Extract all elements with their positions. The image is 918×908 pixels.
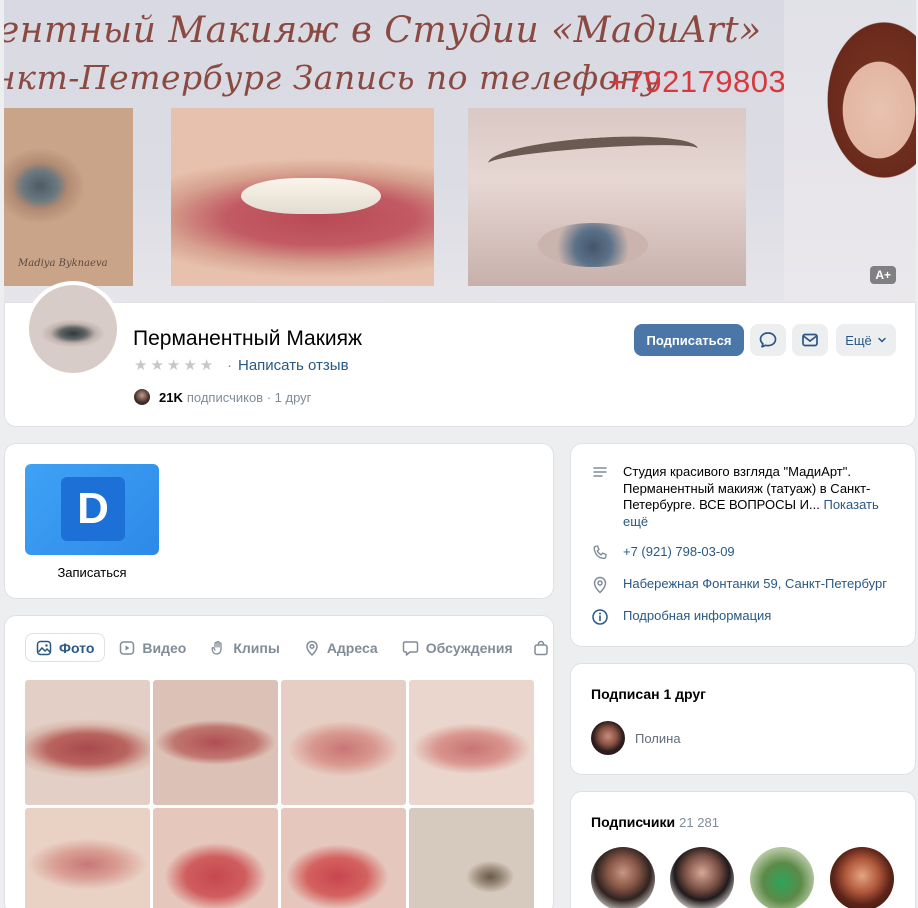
text-lines-icon — [593, 467, 607, 477]
photo-thumbnail[interactable] — [25, 680, 150, 805]
lips-teeth — [241, 178, 381, 214]
photo-thumbnail[interactable] — [153, 808, 278, 908]
location-icon — [593, 576, 607, 594]
followers-summary[interactable]: 21K подписчиков · 1 друг — [134, 389, 311, 405]
star-icon: ★ — [150, 357, 164, 374]
group-description: Студия красивого взгляда "МадиАрт". Перм… — [623, 464, 893, 530]
tab-photo[interactable]: Фото — [25, 633, 106, 662]
follower-avatar[interactable] — [830, 847, 894, 908]
subscribe-button[interactable]: Подписаться — [634, 324, 744, 356]
address-link[interactable]: Набережная Фонтанки 59, Санкт-Петербург — [623, 576, 887, 594]
followers-block: Подписчики 21 281 — [570, 791, 916, 908]
tab-clips-label: Клипы — [233, 639, 280, 656]
brow-eye-shape — [538, 223, 648, 267]
mail-icon — [802, 333, 818, 347]
photo-thumbnail[interactable] — [153, 680, 278, 805]
photo-thumbnail[interactable] — [409, 680, 534, 805]
media-section: Фото Видео Клипы Адреса Обсуждения — [4, 615, 554, 908]
discussion-icon — [402, 640, 418, 656]
cover-text-line2: нкт-Петербург Запись по телефону — [4, 58, 661, 97]
followers-label: подписчиков · 1 друг — [186, 389, 312, 405]
details-link[interactable]: Подробная информация — [623, 608, 771, 626]
tab-clips[interactable]: Клипы — [200, 633, 289, 662]
photo-thumbnail[interactable] — [281, 808, 406, 908]
description-row: Студия красивого взгляда "МадиАрт". Перм… — [591, 464, 893, 530]
media-tabs: Фото Видео Клипы Адреса Обсуждения — [25, 633, 559, 662]
cover-signature: Madiya Byknaeva — [18, 258, 108, 269]
photo-thumbnail[interactable] — [409, 808, 534, 908]
chevron-down-icon — [878, 337, 886, 343]
star-icon: ★ — [134, 357, 148, 374]
friend-name: Полина — [635, 730, 681, 746]
app-booking-tile[interactable]: D — [25, 464, 159, 555]
tab-addresses-label: Адреса — [326, 639, 378, 656]
group-avatar[interactable] — [25, 281, 121, 377]
star-icon: ★ — [199, 357, 214, 374]
friend-item[interactable]: Полина — [591, 721, 681, 755]
cover-brow-photo — [468, 108, 746, 286]
tab-discussions[interactable]: Обсуждения — [392, 633, 523, 662]
phone-link[interactable]: +7 (921) 798-03-09 — [623, 544, 735, 562]
friend-mini-avatar — [134, 389, 150, 405]
brow-shape — [487, 130, 699, 182]
info-icon — [592, 609, 608, 625]
phone-row: +7 (921) 798-03-09 — [591, 544, 735, 562]
write-review-label: Написать отзыв — [238, 357, 349, 374]
more-button[interactable]: Ещё — [836, 324, 896, 356]
photo-icon — [36, 640, 52, 655]
followers-count: 21K — [159, 389, 183, 405]
follower-avatar[interactable] — [670, 847, 734, 908]
font-size-badge[interactable]: A+ — [870, 266, 896, 284]
tab-video[interactable]: Видео — [109, 633, 196, 662]
chat-bubble-icon — [759, 332, 777, 348]
phone-icon — [593, 545, 607, 560]
tab-photo-label: Фото — [59, 639, 95, 656]
video-icon — [120, 640, 135, 655]
star-icon: ★ — [183, 357, 197, 374]
cover-image[interactable]: ентный Макияж в Студии «МадиArt» нкт-Пет… — [4, 0, 916, 302]
group-header: Перманентный Макияж ★ ★ ★ ★ ★ · Написать … — [4, 281, 916, 427]
tab-video-label: Видео — [142, 639, 187, 656]
rating-stars[interactable]: ★ ★ ★ ★ ★ — [134, 356, 213, 374]
follower-avatar[interactable] — [750, 847, 814, 908]
friends-title[interactable]: Подписан 1 друг — [591, 686, 706, 702]
message-button[interactable] — [750, 324, 786, 356]
clips-icon — [211, 640, 222, 655]
app-booking-label[interactable]: Записаться — [25, 565, 159, 580]
tab-discussions-label: Обсуждения — [425, 639, 513, 656]
followers-total: 21 281 — [679, 815, 719, 830]
group-info: Студия красивого взгляда "МадиАрт". Перм… — [570, 443, 916, 647]
cover-eye-photo: Madiya Byknaeva — [4, 108, 133, 286]
details-row: Подробная информация — [591, 608, 771, 626]
subscribed-friends: Подписан 1 друг Полина — [570, 663, 916, 775]
shopping-bag-icon — [533, 640, 548, 655]
followers-title[interactable]: Подписчики 21 281 — [591, 814, 719, 830]
star-icon: ★ — [166, 357, 181, 374]
friend-avatar — [591, 721, 625, 755]
write-review-link[interactable]: · Написать отзыв — [227, 357, 349, 374]
location-icon — [306, 640, 318, 656]
tab-shop[interactable] — [527, 633, 555, 662]
photo-grid — [25, 680, 535, 908]
photo-thumbnail[interactable] — [25, 808, 150, 908]
cover-text-line1: ентный Макияж в Студии «МадиArt» — [4, 10, 762, 51]
photo-thumbnail[interactable] — [281, 680, 406, 805]
email-button[interactable] — [792, 324, 828, 356]
app-widget: D Записаться — [4, 443, 554, 599]
group-title: Перманентный Макияж — [133, 327, 363, 350]
cover-lips-photo — [171, 108, 434, 286]
app-logo-icon: D — [61, 477, 125, 541]
cover-portrait — [784, 0, 916, 302]
tab-addresses[interactable]: Адреса — [294, 633, 388, 662]
address-row: Набережная Фонтанки 59, Санкт-Петербург — [591, 576, 887, 594]
more-label: Ещё — [845, 332, 872, 348]
followers-title-label: Подписчики — [591, 814, 676, 830]
separator-dot: · — [227, 357, 232, 374]
follower-avatar[interactable] — [591, 847, 655, 908]
